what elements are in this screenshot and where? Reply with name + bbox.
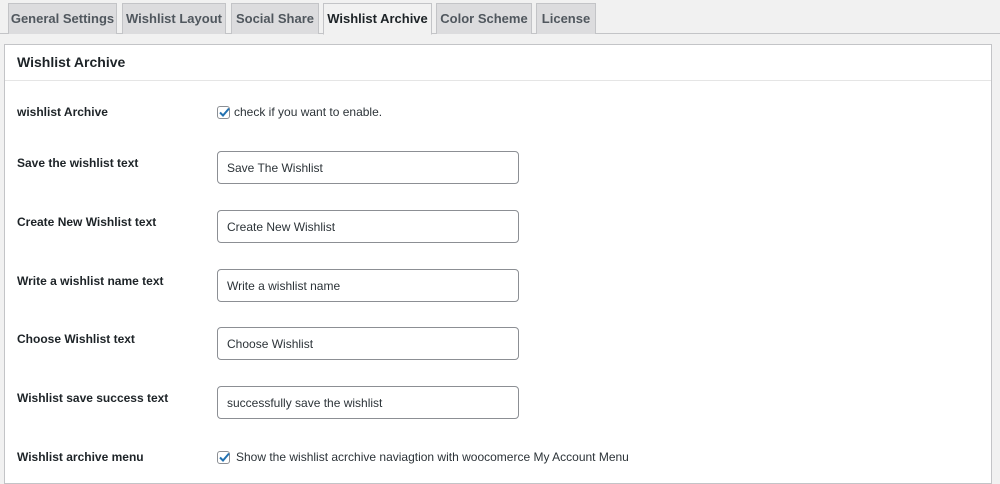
- save-text-input[interactable]: [217, 151, 519, 184]
- archive-menu-label: Wishlist archive menu: [17, 450, 144, 464]
- create-new-text-label: Create New Wishlist text: [17, 215, 157, 229]
- name-text-label: Write a wishlist name text: [17, 274, 164, 288]
- panel-title: Wishlist Archive: [5, 45, 991, 81]
- archive-menu-description: Show the wishlist acrchive naviagtion wi…: [236, 450, 629, 464]
- tab-wishlist-archive[interactable]: Wishlist Archive: [323, 3, 432, 35]
- tab-social-share[interactable]: Social Share: [231, 3, 319, 34]
- create-new-text-input[interactable]: [217, 210, 519, 243]
- tab-wishlist-layout[interactable]: Wishlist Layout: [122, 3, 226, 34]
- tab-color-scheme[interactable]: Color Scheme: [436, 3, 532, 34]
- archive-menu-checkbox[interactable]: [217, 450, 230, 464]
- tab-license[interactable]: License: [536, 3, 596, 34]
- save-text-label: Save the wishlist text: [17, 156, 139, 170]
- choose-text-input[interactable]: [217, 327, 519, 360]
- checkmark-icon: [219, 452, 230, 462]
- settings-panel: Wishlist Archive wishlist Archive check …: [4, 44, 992, 484]
- archive-enable-label: wishlist Archive: [17, 105, 108, 119]
- success-text-label: Wishlist save success text: [17, 391, 169, 405]
- choose-text-label: Choose Wishlist text: [17, 332, 135, 346]
- tab-general-settings[interactable]: General Settings: [8, 3, 117, 34]
- settings-tabs: General Settings Wishlist Layout Social …: [0, 0, 1000, 35]
- archive-enable-field: check if you want to enable.: [217, 105, 382, 119]
- success-text-input[interactable]: [217, 386, 519, 419]
- archive-enable-checkbox[interactable]: [217, 105, 230, 119]
- archive-enable-description: check if you want to enable.: [234, 105, 383, 119]
- checkmark-icon: [219, 107, 230, 117]
- archive-menu-field: Show the wishlist acrchive naviagtion wi…: [217, 450, 629, 464]
- name-text-input[interactable]: [217, 269, 519, 302]
